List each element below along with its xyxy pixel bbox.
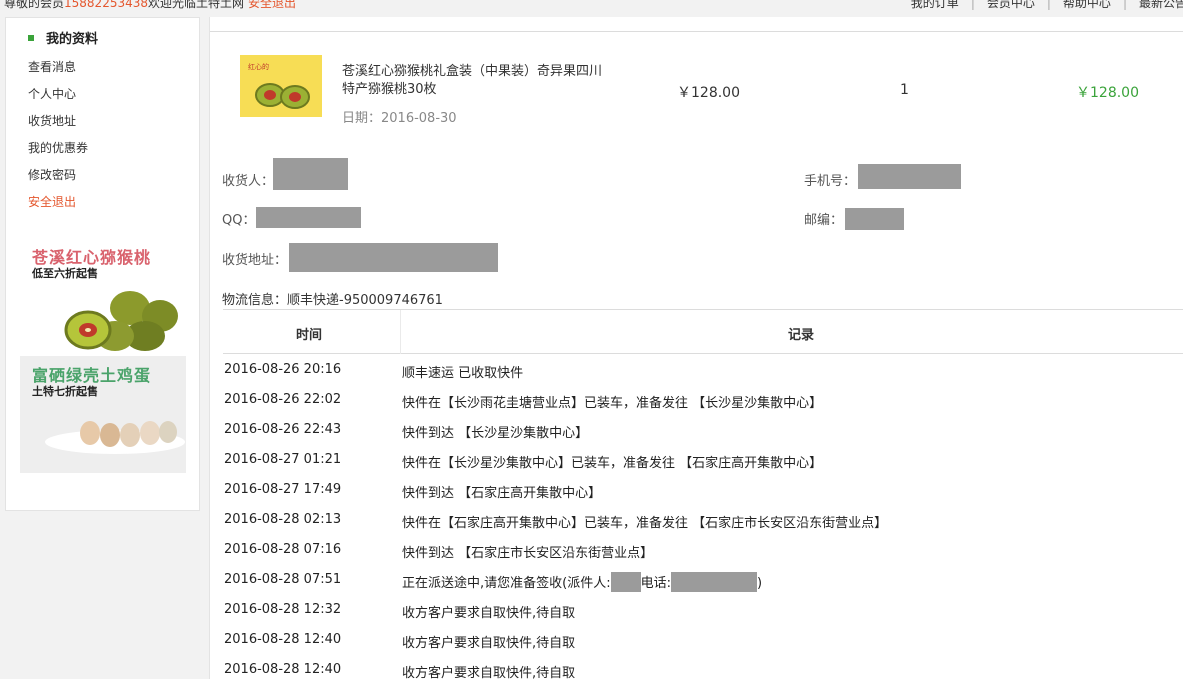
row-time: 2016-08-26 20:16 xyxy=(224,362,342,377)
order-detail-panel: 红心的 苍溪红心猕猴桃礼盒装（中果装）奇异果四川特产猕猴桃30枚 日期：2016… xyxy=(209,17,1183,679)
row-time: 2016-08-28 12:40 xyxy=(224,662,342,677)
sidebar-item-logout[interactable]: 安全退出 xyxy=(28,194,88,221)
unit-price: ￥128.00 xyxy=(677,85,740,101)
quantity: 1 xyxy=(900,82,909,98)
promo-banner-kiwi[interactable]: 苍溪红心猕猴桃 低至六折起售 xyxy=(20,238,186,355)
record-suffix: ) xyxy=(756,576,763,591)
row-record: 快件在【长沙星沙集散中心】已装车，准备发往 【石家庄高开集散中心】 xyxy=(402,456,823,471)
separator: | xyxy=(1122,0,1127,10)
address-redacted xyxy=(289,243,498,272)
row-record: 收方客户要求自取快件,待自取 xyxy=(402,636,576,651)
phone-redacted xyxy=(858,164,961,189)
receiver-name-redacted xyxy=(273,158,348,190)
top-links: 我的订单 | 会员中心 | 帮助中心 | 最新公告 xyxy=(911,0,1183,11)
divider xyxy=(210,31,1183,32)
sidebar: 我的资料 查看消息 个人中心 收货地址 我的优惠券 修改密码 安全退出 苍溪红心… xyxy=(5,17,200,511)
qq-redacted xyxy=(256,207,361,228)
bullet-square-icon xyxy=(28,34,34,41)
qq-label: QQ： xyxy=(222,213,256,228)
welcome-prefix: 尊敬的会员 xyxy=(4,0,65,10)
product-name[interactable]: 苍溪红心猕猴桃礼盒装（中果装）奇异果四川特产猕猴桃30枚 xyxy=(342,63,612,99)
zip-label: 邮编： xyxy=(804,213,844,228)
sidebar-item-coupons[interactable]: 我的优惠券 xyxy=(28,140,88,167)
zip-redacted xyxy=(845,208,904,230)
sidebar-item-personal-center[interactable]: 个人中心 xyxy=(28,86,88,113)
row-record: 顺丰速运 已收取快件 xyxy=(402,366,524,381)
courier-name-redacted xyxy=(610,571,641,592)
kiwi-fruit-image xyxy=(64,291,178,351)
eggs-image xyxy=(45,421,185,454)
separator: | xyxy=(1046,0,1051,10)
welcome-text: 尊敬的会员15882253438欢迎光临土特土网 安全退出 xyxy=(4,0,296,11)
row-record: 快件到达 【长沙星沙集散中心】 xyxy=(402,426,589,441)
row-time: 2016-08-27 01:21 xyxy=(224,452,342,467)
kiwi-product-image: 红心的 xyxy=(240,55,322,117)
promo-banner-eggs[interactable]: 富硒绿壳土鸡蛋 土特七折起售 xyxy=(20,356,186,473)
row-time: 2016-08-26 22:02 xyxy=(224,392,342,407)
row-record: 快件到达 【石家庄高开集散中心】 xyxy=(402,486,602,501)
row-time: 2016-08-27 17:49 xyxy=(224,482,342,497)
row-time: 2016-08-28 07:16 xyxy=(224,542,342,557)
row-record: 快件到达 【石家庄市长安区沿东街营业点】 xyxy=(402,546,654,561)
address-label: 收货地址： xyxy=(222,253,288,268)
row-record: 收方客户要求自取快件,待自取 xyxy=(402,606,576,621)
sidebar-item-messages[interactable]: 查看消息 xyxy=(28,59,88,86)
top-bar: 尊敬的会员15882253438欢迎光临土特土网 安全退出 我的订单 | 会员中心 | 帮… xyxy=(0,0,1183,12)
row-record: 收方客户要求自取快件,待自取 xyxy=(402,666,576,679)
link-latest-notice[interactable]: 最新公告 xyxy=(1139,0,1183,10)
column-header-time: 时间 xyxy=(296,328,323,343)
sidebar-menu: 查看消息 个人中心 收货地址 我的优惠券 修改密码 安全退出 xyxy=(28,59,88,221)
record-prefix: 正在派送途中,请您准备签收(派件人: xyxy=(402,576,611,591)
separator: | xyxy=(970,0,975,10)
link-help-center[interactable]: 帮助中心 xyxy=(1063,0,1111,10)
welcome-suffix: 欢迎光临土特土网 xyxy=(148,0,245,10)
product-image-text: 红心的 xyxy=(248,62,269,71)
row-record: 快件在【长沙雨花圭塘营业点】已装车，准备发往 【长沙星沙集散中心】 xyxy=(402,396,823,411)
top-logout-link[interactable]: 安全退出 xyxy=(248,0,296,10)
record-mid: 电话: xyxy=(640,576,671,591)
link-my-orders[interactable]: 我的订单 xyxy=(911,0,959,10)
column-divider xyxy=(400,310,401,354)
member-phone: 15882253438 xyxy=(64,0,148,10)
row-time: 2016-08-28 12:32 xyxy=(224,602,342,617)
product-thumbnail[interactable]: 红心的 xyxy=(240,55,322,117)
receiver-name-label: 收货人： xyxy=(222,174,275,189)
order-date: 日期：2016-08-30 xyxy=(342,111,457,126)
sidebar-item-change-password[interactable]: 修改密码 xyxy=(28,167,88,194)
link-member-center[interactable]: 会员中心 xyxy=(987,0,1035,10)
row-time: 2016-08-28 07:51 xyxy=(224,572,342,587)
column-header-record: 记录 xyxy=(788,328,815,343)
sidebar-title-text: 我的资料 xyxy=(46,32,99,47)
row-record: 快件在【石家庄高开集散中心】已装车，准备发往 【石家庄市长安区沿东街营业点】 xyxy=(402,516,888,531)
phone-label: 手机号： xyxy=(804,174,857,189)
row-time: 2016-08-26 22:43 xyxy=(224,422,342,437)
sidebar-item-shipping-address[interactable]: 收货地址 xyxy=(28,113,88,140)
total-price: ￥128.00 xyxy=(1076,85,1139,101)
row-time: 2016-08-28 02:13 xyxy=(224,512,342,527)
courier-phone-redacted xyxy=(670,571,757,592)
sidebar-title: 我的资料 xyxy=(28,28,98,47)
tracking-table-header: 时间 记录 xyxy=(223,309,1183,354)
logistics-info: 物流信息：顺丰快递-950009746761 xyxy=(222,293,443,308)
row-time: 2016-08-28 12:40 xyxy=(224,632,342,647)
row-record: 正在派送途中,请您准备签收(派件人: 电话:) xyxy=(402,571,763,594)
